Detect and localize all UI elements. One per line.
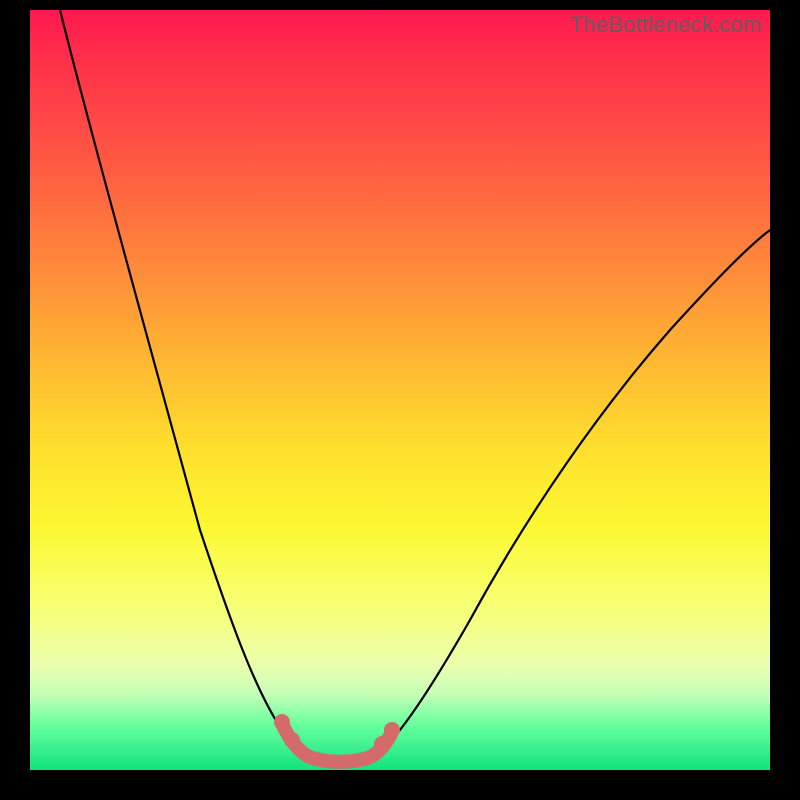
curve-right-branch [378,230,770,754]
chart-frame [30,10,770,770]
highlight-dot-right2 [374,736,390,752]
highlight-dot-left [274,714,290,730]
watermark-text: TheBottleneck.com [570,12,762,38]
curve-left-branch [60,10,308,758]
highlight-dot-right [384,722,400,738]
chart-svg [30,10,770,770]
highlight-dot-left2 [284,732,300,748]
